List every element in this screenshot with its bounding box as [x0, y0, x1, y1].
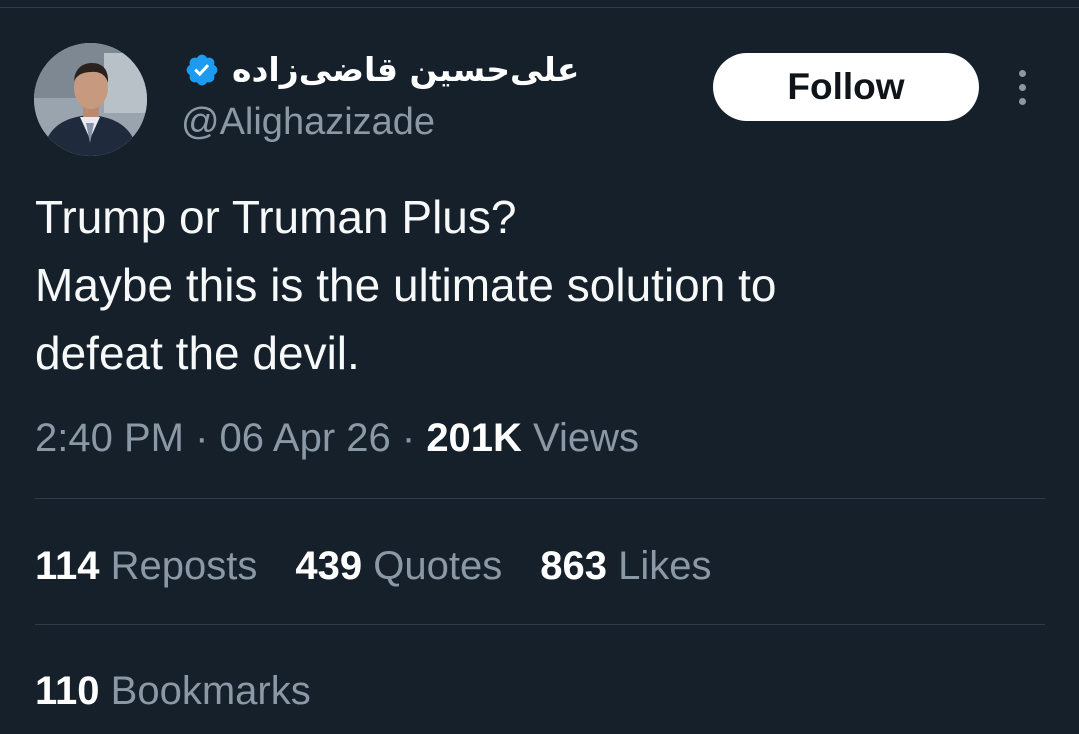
tweet-meta: 2:40 PM · 06 Apr 26 · 201K Views	[35, 413, 639, 463]
display-name[interactable]: علی‌حسین قاضی‌زاده	[232, 48, 579, 92]
meta-separator: ·	[390, 416, 427, 460]
avatar[interactable]	[34, 43, 147, 156]
tweet-text: Trump or Truman Plus? Maybe this is the …	[35, 183, 1045, 387]
name-row: علی‌حسین قاضی‌زاده	[184, 48, 579, 92]
reposts-label: Reposts	[99, 544, 258, 588]
tweet-line: Maybe this is the ultimate solution to	[35, 259, 777, 311]
top-divider	[0, 0, 1079, 8]
quotes-stat[interactable]: 439 Quotes	[295, 541, 502, 591]
likes-stat[interactable]: 863 Likes	[540, 541, 711, 591]
views-count: 201K	[426, 416, 522, 460]
user-handle[interactable]: @Alighazizade	[181, 98, 435, 146]
bookmarks-label: Bookmarks	[99, 669, 311, 713]
engagement-stats: 114 Reposts 439 Quotes 863 Likes	[35, 541, 711, 591]
reposts-count: 114	[35, 544, 100, 588]
likes-count: 863	[540, 544, 607, 588]
tweet-line: Trump or Truman Plus?	[35, 191, 517, 243]
divider	[35, 624, 1045, 625]
bookmarks-stat[interactable]: 110 Bookmarks	[35, 666, 311, 716]
tweet-page: علی‌حسین قاضی‌زاده @Alighazizade Follow …	[0, 0, 1079, 734]
reposts-stat[interactable]: 114 Reposts	[35, 541, 257, 591]
verified-badge-icon	[186, 54, 218, 86]
more-options-icon[interactable]	[1008, 68, 1038, 108]
likes-label: Likes	[606, 544, 712, 588]
tweet-time[interactable]: 2:40 PM	[35, 416, 184, 460]
quotes-label: Quotes	[362, 544, 503, 588]
bookmarks-count: 110	[35, 669, 100, 713]
quotes-count: 439	[295, 544, 363, 588]
follow-button[interactable]: Follow	[713, 53, 979, 121]
tweet-line: defeat the devil.	[35, 327, 360, 379]
meta-separator: ·	[183, 416, 220, 460]
tweet-date[interactable]: 06 Apr 26	[220, 416, 391, 460]
views-label: Views	[521, 416, 640, 460]
divider	[35, 498, 1045, 499]
